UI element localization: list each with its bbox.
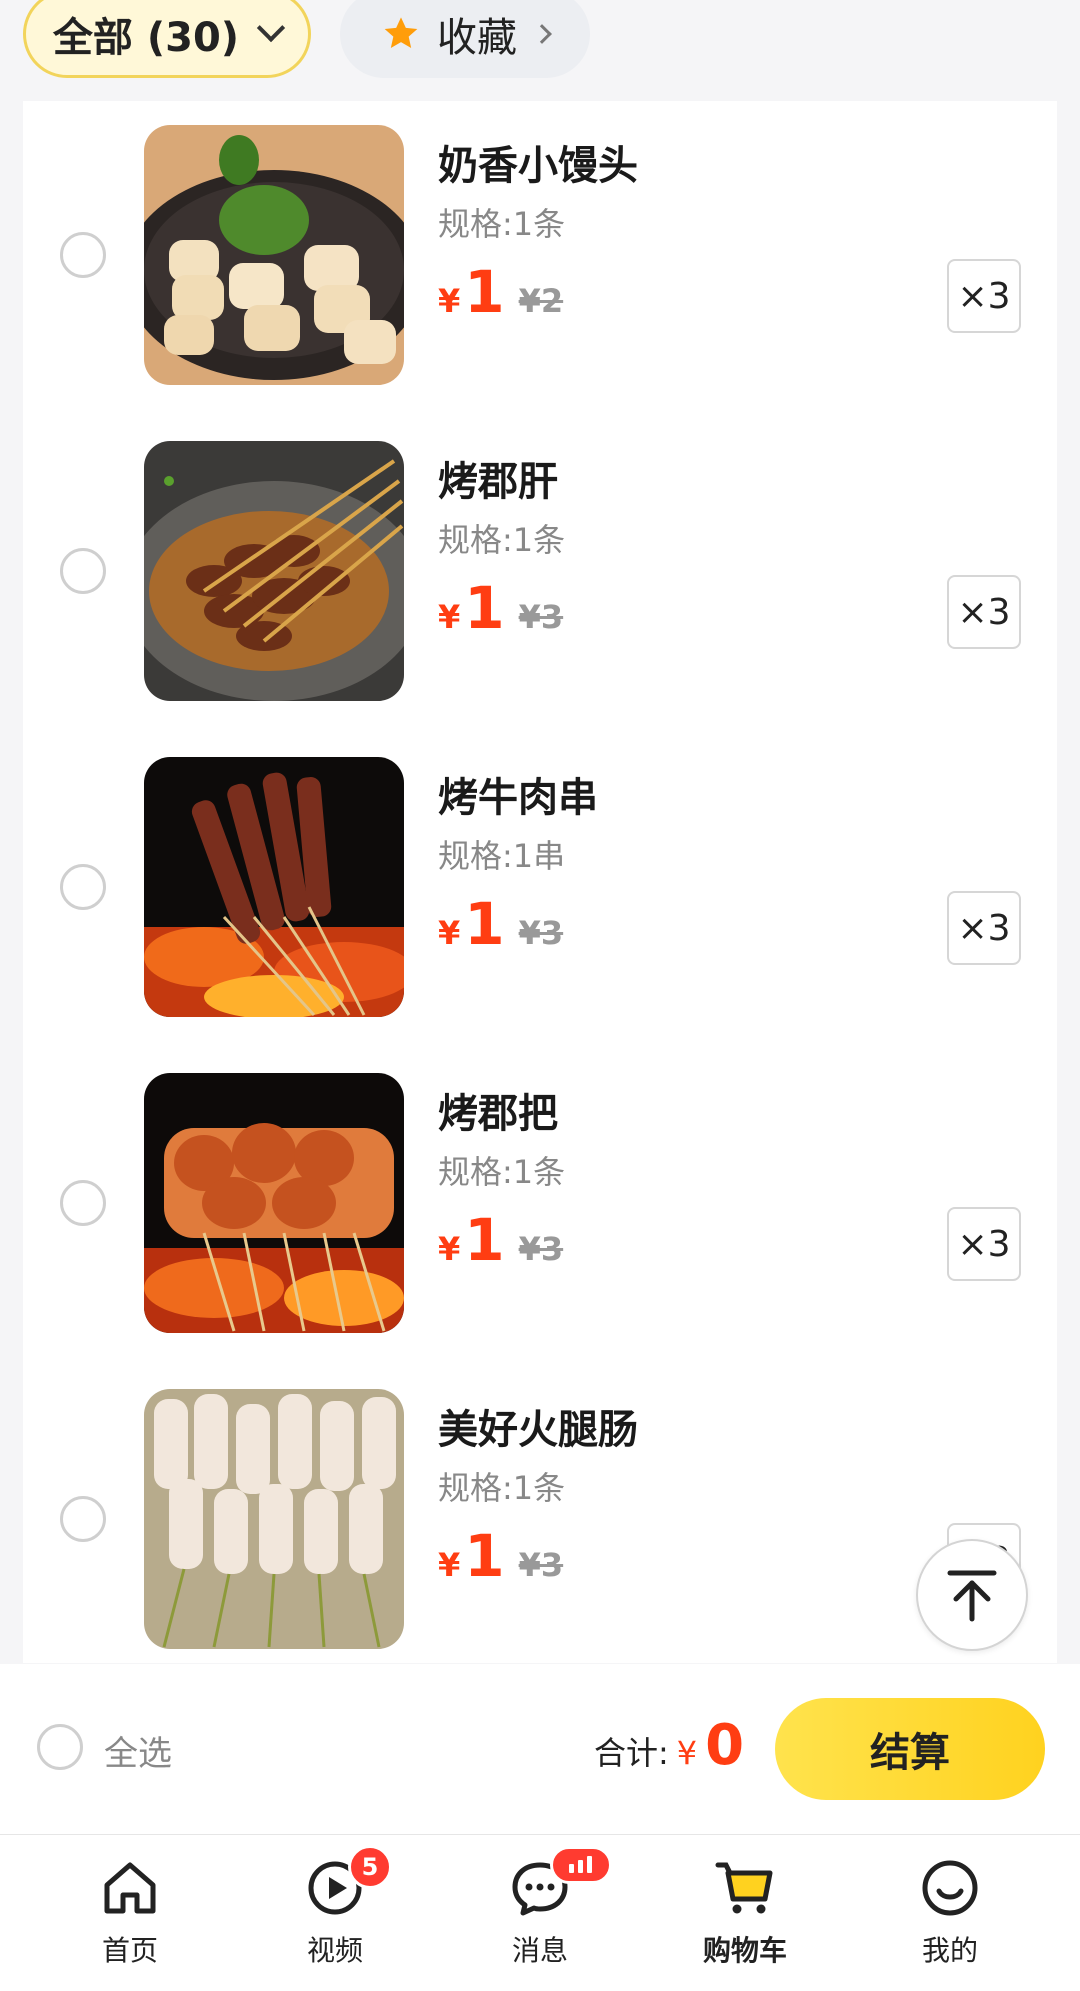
star-icon <box>384 17 418 49</box>
checkout-bar: 全选 合计: ¥ 0 结算 <box>0 1664 1080 1834</box>
quantity-button[interactable]: ×3 <box>947 259 1021 333</box>
item-image[interactable] <box>144 441 404 701</box>
price-current: 1 <box>464 890 505 958</box>
total-currency: ¥ <box>676 1734 698 1772</box>
item-spec: 规格:1条 <box>438 1153 566 1191</box>
chevron-down-icon <box>256 13 286 43</box>
profile-smile-icon <box>922 1860 978 1916</box>
filter-all-label: 全部 (30) <box>52 15 240 61</box>
cart-item-list: 奶香小馒头 规格:1条 ¥ 1 ¥2 ×3 烤郡肝 规格:1条 ¥ 1 ¥3 ×… <box>23 101 1057 1663</box>
favorites-label: 收藏 <box>437 15 517 61</box>
price-currency: ¥ <box>438 282 461 320</box>
cart-item[interactable]: 烤郡把 规格:1条 ¥ 1 ¥3 ×3 <box>23 1049 1057 1365</box>
tab-profile-label: 我的 <box>921 1934 978 1967</box>
price-currency: ¥ <box>438 598 461 636</box>
tab-home[interactable]: 首页 <box>65 1855 195 1969</box>
video-badge: 5 <box>348 1845 392 1889</box>
item-image[interactable] <box>144 1073 404 1333</box>
price-current: 1 <box>464 1522 505 1590</box>
item-name[interactable]: 美好火腿肠 <box>438 1397 638 1455</box>
cart-item[interactable]: 奶香小馒头 规格:1条 ¥ 1 ¥2 ×3 <box>23 101 1057 417</box>
item-select-radio[interactable] <box>60 548 106 594</box>
item-price: ¥ 1 ¥3 <box>438 895 563 953</box>
back-to-top-button[interactable] <box>916 1539 1028 1651</box>
quantity-button[interactable]: ×3 <box>947 575 1021 649</box>
chevron-right-icon <box>532 24 552 44</box>
tab-home-label: 首页 <box>101 1934 158 1967</box>
item-spec: 规格:1条 <box>438 205 566 243</box>
item-select-radio[interactable] <box>60 1180 106 1226</box>
cart-page: 全部 (30) 收藏 奶香小馒头 规格:1条 ¥ 1 ¥2 ×3 烤郡肝 规格:… <box>0 0 1080 1991</box>
total-label: 合计: <box>594 1734 669 1772</box>
cart-icon <box>715 1862 773 1914</box>
signal-bars-icon <box>569 1856 592 1873</box>
price-original: ¥3 <box>518 1230 564 1268</box>
tab-messages-label: 消息 <box>511 1934 568 1967</box>
price-current: 1 <box>464 258 505 326</box>
item-price: ¥ 1 ¥3 <box>438 1527 563 1585</box>
cart-item[interactable]: 美好火腿肠 规格:1条 ¥ 1 ¥3 ×3 <box>23 1365 1057 1663</box>
price-original: ¥2 <box>518 282 564 320</box>
tab-profile[interactable]: 我的 <box>885 1855 1015 1969</box>
price-original: ¥3 <box>518 1546 564 1584</box>
item-name[interactable]: 烤郡把 <box>438 1081 558 1139</box>
item-name[interactable]: 烤郡肝 <box>438 449 558 507</box>
item-name[interactable]: 奶香小馒头 <box>438 133 638 191</box>
tab-video-label: 视频 <box>306 1934 363 1967</box>
item-spec: 规格:1条 <box>438 521 566 559</box>
favorites-chip[interactable]: 收藏 <box>340 0 590 78</box>
total-amount: 0 <box>705 1713 745 1778</box>
back-to-top-icon <box>947 1570 997 1622</box>
messages-badge <box>550 1846 612 1884</box>
price-original: ¥3 <box>518 914 564 952</box>
tab-cart-label: 购物车 <box>702 1934 787 1967</box>
home-icon <box>104 1862 156 1914</box>
item-select-radio[interactable] <box>60 864 106 910</box>
tab-cart[interactable]: 购物车 <box>680 1855 810 1969</box>
price-current: 1 <box>464 574 505 642</box>
filter-bar: 全部 (30) 收藏 <box>0 0 1080 100</box>
item-spec: 规格:1条 <box>438 1469 566 1507</box>
bottom-tab-bar: 首页 视频 5 消息 购物车 我的 <box>0 1834 1080 1991</box>
price-currency: ¥ <box>438 914 461 952</box>
select-all-radio[interactable] <box>37 1724 83 1770</box>
total-summary: 合计: ¥ 0 <box>594 1718 744 1774</box>
item-spec: 规格:1串 <box>438 837 566 875</box>
item-image[interactable] <box>144 125 404 385</box>
item-select-radio[interactable] <box>60 1496 106 1542</box>
cart-item[interactable]: 烤牛肉串 规格:1串 ¥ 1 ¥3 ×3 <box>23 733 1057 1049</box>
checkout-button[interactable]: 结算 <box>775 1698 1045 1800</box>
item-image[interactable] <box>144 1389 404 1649</box>
price-currency: ¥ <box>438 1230 461 1268</box>
filter-all-chip[interactable]: 全部 (30) <box>23 0 311 78</box>
item-price: ¥ 1 ¥3 <box>438 1211 563 1269</box>
select-all-label[interactable]: 全选 <box>104 1726 172 1775</box>
cart-item[interactable]: 烤郡肝 规格:1条 ¥ 1 ¥3 ×3 <box>23 417 1057 733</box>
item-image[interactable] <box>144 757 404 1017</box>
item-select-radio[interactable] <box>60 232 106 278</box>
quantity-button[interactable]: ×3 <box>947 891 1021 965</box>
item-price: ¥ 1 ¥3 <box>438 579 563 637</box>
item-name[interactable]: 烤牛肉串 <box>438 765 598 823</box>
price-original: ¥3 <box>518 598 564 636</box>
quantity-button[interactable]: ×3 <box>947 1207 1021 1281</box>
item-price: ¥ 1 ¥2 <box>438 263 563 321</box>
price-currency: ¥ <box>438 1546 461 1584</box>
price-current: 1 <box>464 1206 505 1274</box>
